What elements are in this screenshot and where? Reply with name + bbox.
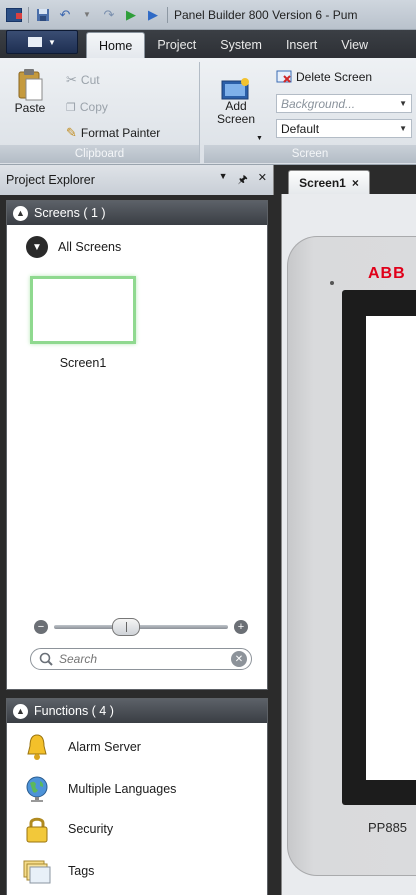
device-model-label: PP885: [368, 820, 408, 835]
save-icon[interactable]: [35, 7, 51, 23]
delete-screen-icon: [276, 70, 292, 83]
chevron-down-icon: ▼: [399, 124, 407, 133]
clear-search-icon[interactable]: ✕: [231, 651, 247, 667]
tab-screen1-label: Screen1: [299, 175, 346, 190]
function-label: Security: [68, 822, 114, 836]
function-item-multiple-languages[interactable]: Multiple Languages: [20, 775, 176, 803]
function-item-security[interactable]: Security: [20, 815, 113, 843]
zoom-slider[interactable]: − +: [34, 616, 248, 638]
tab-screen1[interactable]: Screen1 ×: [288, 170, 370, 194]
close-icon[interactable]: ×: [352, 176, 359, 190]
screen-group: Add Screen ▼ Delete Screen Background...…: [204, 62, 416, 163]
dropdown-arrow-icon[interactable]: ▼: [219, 171, 228, 190]
function-item-tags[interactable]: Tags: [20, 857, 94, 885]
clipboard-group-label: Clipboard: [0, 145, 199, 163]
background-placeholder: Background...: [281, 96, 356, 111]
search-input[interactable]: [59, 652, 225, 666]
ribbon-panel: Paste ✂ Cut ❐ Copy ✎ Format Painter Clip…: [0, 58, 416, 165]
tab-project[interactable]: Project: [145, 32, 208, 58]
separator: [167, 6, 168, 23]
brand-logo: ABB: [368, 265, 406, 282]
zoom-in-icon[interactable]: +: [234, 620, 248, 634]
separator: [28, 6, 29, 23]
run-icon[interactable]: ▶: [123, 7, 139, 23]
undo-icon[interactable]: ↶: [57, 7, 73, 23]
collapse-icon[interactable]: ▲: [13, 703, 28, 719]
app-icon[interactable]: [6, 7, 22, 22]
screen-thumbnail-label: Screen1: [59, 356, 107, 370]
chevron-down-icon: ▼: [399, 99, 407, 108]
cut-label: Cut: [80, 73, 100, 87]
bell-icon: [20, 733, 54, 761]
function-label: Multiple Languages: [68, 782, 177, 796]
screen-search-box: ✕: [30, 648, 252, 670]
function-label: Tags: [68, 864, 95, 878]
add-screen-icon: [221, 78, 249, 100]
add-screen-button[interactable]: Add Screen ▼: [210, 78, 263, 142]
function-label: Alarm Server: [68, 740, 141, 754]
format-painter-button[interactable]: ✎ Format Painter: [66, 125, 160, 141]
collapse-icon[interactable]: ▲: [13, 205, 28, 221]
background-combo[interactable]: Background... ▼: [276, 94, 412, 113]
power-led: [330, 281, 334, 285]
paintbrush-icon: ✎: [66, 125, 77, 140]
tab-system[interactable]: System: [208, 32, 274, 58]
copy-label: Copy: [79, 100, 108, 114]
add-screen-label: Add Screen: [216, 99, 256, 126]
screen-thumbnail[interactable]: [30, 276, 136, 344]
cut-button[interactable]: ✂ Cut: [66, 72, 100, 88]
close-icon[interactable]: ✕: [258, 171, 267, 190]
pin-icon[interactable]: 🖈: [238, 171, 248, 190]
functions-panel-header[interactable]: ▲ Functions ( 4 ): [7, 699, 267, 723]
screens-panel-header[interactable]: ▲ Screens ( 1 ): [7, 201, 267, 225]
display-screen[interactable]: [366, 316, 416, 780]
tab-view[interactable]: View: [329, 32, 380, 58]
format-painter-label: Format Painter: [80, 126, 161, 140]
project-explorer-header: Project Explorer ▼ 🖈 ✕: [0, 165, 274, 195]
tab-home[interactable]: Home: [86, 32, 146, 58]
lock-icon: [20, 815, 54, 843]
tags-icon: [20, 857, 54, 885]
scissors-icon: ✂: [66, 72, 77, 87]
window-title: Panel Builder 800 Version 6 - Pum: [174, 7, 358, 22]
screens-header-label: Screens ( 1 ): [34, 206, 106, 220]
all-screens-label: All Screens: [58, 240, 122, 254]
file-menu-button[interactable]: ▼: [6, 30, 78, 54]
globe-icon: [20, 775, 54, 803]
simulate-icon[interactable]: ▶: [145, 7, 161, 23]
paste-icon: [18, 69, 43, 101]
delete-screen-label: Delete Screen: [296, 70, 373, 84]
paste-label: Paste: [14, 101, 46, 115]
zoom-out-icon[interactable]: −: [34, 620, 48, 634]
template-value: Default: [281, 121, 320, 136]
project-explorer-title: Project Explorer: [6, 173, 95, 187]
chevron-down-icon: ▼: [48, 37, 56, 47]
template-combo[interactable]: Default ▼: [276, 119, 412, 138]
clipboard-group: Paste ✂ Cut ❐ Copy ✎ Format Painter Clip…: [0, 62, 200, 163]
file-icon: [28, 37, 43, 47]
functions-header-label: Functions ( 4 ): [34, 704, 114, 718]
dropdown-arrow-icon[interactable]: ▼: [79, 7, 95, 23]
ribbon-tab-bar: ▼ Home Project System Insert View: [0, 30, 416, 58]
chevron-down-icon: ▼: [256, 135, 263, 142]
function-item-alarm-server[interactable]: Alarm Server: [20, 733, 141, 761]
tab-insert[interactable]: Insert: [274, 32, 329, 58]
expand-icon[interactable]: ▼: [26, 236, 48, 258]
title-bar: ↶ ▼ ↷ ▶ ▶ Panel Builder 800 Version 6 - …: [0, 0, 416, 30]
search-icon: [39, 652, 53, 666]
zoom-track[interactable]: [54, 618, 228, 636]
zoom-thumb[interactable]: [112, 618, 140, 636]
copy-icon: ❐: [66, 101, 76, 114]
redo-icon[interactable]: ↷: [101, 7, 117, 23]
paste-button[interactable]: Paste: [12, 68, 48, 115]
screen-group-label: Screen: [204, 145, 416, 163]
delete-screen-button[interactable]: Delete Screen: [276, 70, 372, 84]
copy-button[interactable]: ❐ Copy: [66, 100, 108, 114]
all-screens-item[interactable]: ▼ All Screens: [26, 236, 121, 258]
